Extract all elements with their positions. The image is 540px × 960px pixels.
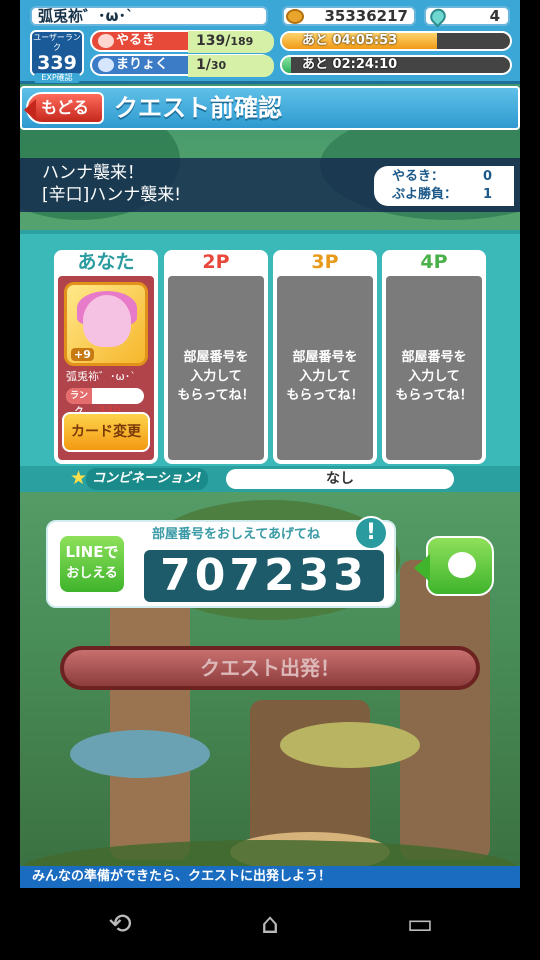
leader-card[interactable]: +9 xyxy=(64,282,148,366)
maryoku-max: 30 xyxy=(210,59,227,72)
quest-puyo-value: 1 xyxy=(482,187,492,202)
player-name[interactable]: 弧兎袮゛･ω･` xyxy=(30,6,268,26)
user-rank-badge[interactable]: ユーザーランク 339 EXP確認 xyxy=(30,30,84,83)
yaruki-stat: やるき 139/189 xyxy=(90,30,274,53)
back-nav-icon[interactable]: ⟲ xyxy=(90,906,150,942)
screen: 弧兎袮゛･ω･` 35336217 4 ユーザーランク 339 EXP確認 やる… xyxy=(0,0,540,960)
combination-label: コンビネーション! xyxy=(86,468,208,490)
magic-stone-value: 4 xyxy=(489,7,500,25)
player-slot-1: あなた +9 弧兎袮゛･ω･` ランク339 カード変更 xyxy=(54,250,158,464)
combination-value: なし xyxy=(226,469,454,489)
back-arrow-icon xyxy=(24,99,36,121)
yaruki-value: 139/189 xyxy=(188,31,274,53)
slot-label-4p: 4P xyxy=(420,251,448,273)
room-number-label: 部屋番号をおしえてあげてね xyxy=(152,527,320,542)
rank-label: ユーザーランク xyxy=(33,33,81,52)
quest-name: ハンナ襲来！ [辛口]ハンナ襲来! xyxy=(42,162,181,206)
room-number: 707233 xyxy=(144,550,384,602)
my-card-area: +9 弧兎袮゛･ω･` ランク339 カード変更 xyxy=(58,276,154,460)
system-nav-bar: ⟲ ⌂ ▭ xyxy=(0,888,540,960)
combination-bar: ★ コンビネーション! なし xyxy=(20,466,520,492)
stump-platform xyxy=(280,722,420,768)
empty-text-2: 入力して xyxy=(190,369,242,384)
empty-text-3: もらってね！ xyxy=(286,388,364,403)
back-label: もどる xyxy=(41,98,89,117)
quest-name-line1: ハンナ襲来！ xyxy=(42,163,144,183)
page-header: もどる クエスト前確認 xyxy=(20,86,520,130)
hint-message: みんなの準備ができたら、クエストに出発しよう！ xyxy=(20,866,520,888)
line-share-label-a: LINEで xyxy=(65,543,119,561)
coin-value: 35336217 xyxy=(324,7,409,25)
maryoku-current: 1/ xyxy=(196,57,211,73)
empty-text-3: もらってね！ xyxy=(177,388,255,403)
yaruki-timer-text: あと 04:05:53 xyxy=(302,33,398,48)
magic-stone-counter[interactable]: 4 xyxy=(424,5,510,28)
magic-stone-icon xyxy=(427,5,449,28)
page-title: クエスト前確認 xyxy=(114,94,282,122)
room-number-panel: LINEで おしえる 部屋番号をおしえてあげてね ! 707233 xyxy=(46,516,396,608)
back-button[interactable]: もどる xyxy=(24,92,104,124)
quest-yaruki-label: やるき： xyxy=(392,169,445,184)
chat-bubble-pointer xyxy=(414,554,430,582)
player-slot-2: 2P 部屋番号を 入力して もらってね！ xyxy=(164,250,268,464)
rank-value: 339 xyxy=(37,52,77,74)
empty-text-1: 部屋番号を xyxy=(292,350,358,365)
player-slot-4: 4P 部屋番号を 入力して もらってね！ xyxy=(382,250,486,464)
maryoku-timer-text: あと 02:24:10 xyxy=(302,57,398,72)
start-quest-button[interactable]: クエスト出発！ xyxy=(60,646,480,690)
empty-slot-message: 部屋番号を 入力して もらってね！ xyxy=(277,276,373,460)
slot-label-2p: 2P xyxy=(202,251,230,273)
slot-label-you: あなた xyxy=(77,251,135,273)
quest-cost: やるき： 0 ぷよ勝負： 1 xyxy=(374,166,514,206)
player-slot-3: 3P 部屋番号を 入力して もらってね！ xyxy=(273,250,377,464)
empty-text-2: 入力して xyxy=(408,369,460,384)
yaruki-max: 189 xyxy=(230,35,254,48)
card-character xyxy=(83,295,131,347)
card-change-button[interactable]: カード変更 xyxy=(62,412,150,452)
my-rank-label: ランク xyxy=(66,388,92,417)
coin-icon xyxy=(286,9,304,24)
water-pond xyxy=(70,730,210,778)
empty-text-1: 部屋番号を xyxy=(183,350,249,365)
yaruki-icon xyxy=(98,34,114,48)
line-share-label-b: おしえる xyxy=(66,566,118,581)
party-panel: あなた +9 弧兎袮゛･ω･` ランク339 カード変更 2P 部屋番号を 入力… xyxy=(20,230,520,466)
maryoku-icon xyxy=(98,58,114,72)
line-share-button[interactable]: LINEで おしえる xyxy=(58,534,126,594)
maryoku-label: まりょく xyxy=(116,57,169,72)
empty-slot-message: 部屋番号を 入力して もらってね！ xyxy=(168,276,264,460)
maryoku-value: 1/30 xyxy=(188,55,274,77)
empty-text-3: もらってね！ xyxy=(395,388,473,403)
my-rank: ランク339 xyxy=(66,388,144,417)
maryoku-timer-fill xyxy=(282,57,292,73)
line-chat-button[interactable] xyxy=(414,536,494,596)
yaruki-current: 139/ xyxy=(196,33,231,49)
coin-counter[interactable]: 35336217 xyxy=(282,6,416,26)
yaruki-timer-bar: あと 04:05:53 xyxy=(280,31,512,51)
empty-text-2: 入力して xyxy=(299,369,351,384)
quest-yaruki-value: 0 xyxy=(482,169,492,184)
yaruki-label: やるき xyxy=(116,33,156,48)
empty-text-1: 部屋番号を xyxy=(401,350,467,365)
exclamation-icon: ! xyxy=(354,516,388,550)
maryoku-timer-bar: あと 02:24:10 xyxy=(280,55,512,75)
maryoku-stat: まりょく 1/30 xyxy=(90,54,274,77)
home-nav-icon[interactable]: ⌂ xyxy=(240,906,300,942)
quest-puyo-label: ぷよ勝負： xyxy=(392,187,458,202)
tree-trunk xyxy=(400,560,490,860)
quest-puyo-cost: ぷよ勝負： 1 xyxy=(392,186,502,204)
card-level: +9 xyxy=(71,348,94,361)
exp-check-label: EXP確認 xyxy=(34,73,80,83)
my-name: 弧兎袮゛･ω･` xyxy=(66,370,136,383)
empty-slot-message: 部屋番号を 入力して もらってね！ xyxy=(386,276,482,460)
quest-name-line2: [辛口]ハンナ襲来! xyxy=(42,185,182,205)
quest-yaruki-cost: やるき： 0 xyxy=(392,168,502,186)
recent-apps-icon[interactable]: ▭ xyxy=(390,906,450,942)
chat-bubble-icon xyxy=(448,552,476,578)
slot-label-3p: 3P xyxy=(311,251,339,273)
status-bar: 弧兎袮゛･ω･` 35336217 4 ユーザーランク 339 EXP確認 やる… xyxy=(20,0,520,84)
